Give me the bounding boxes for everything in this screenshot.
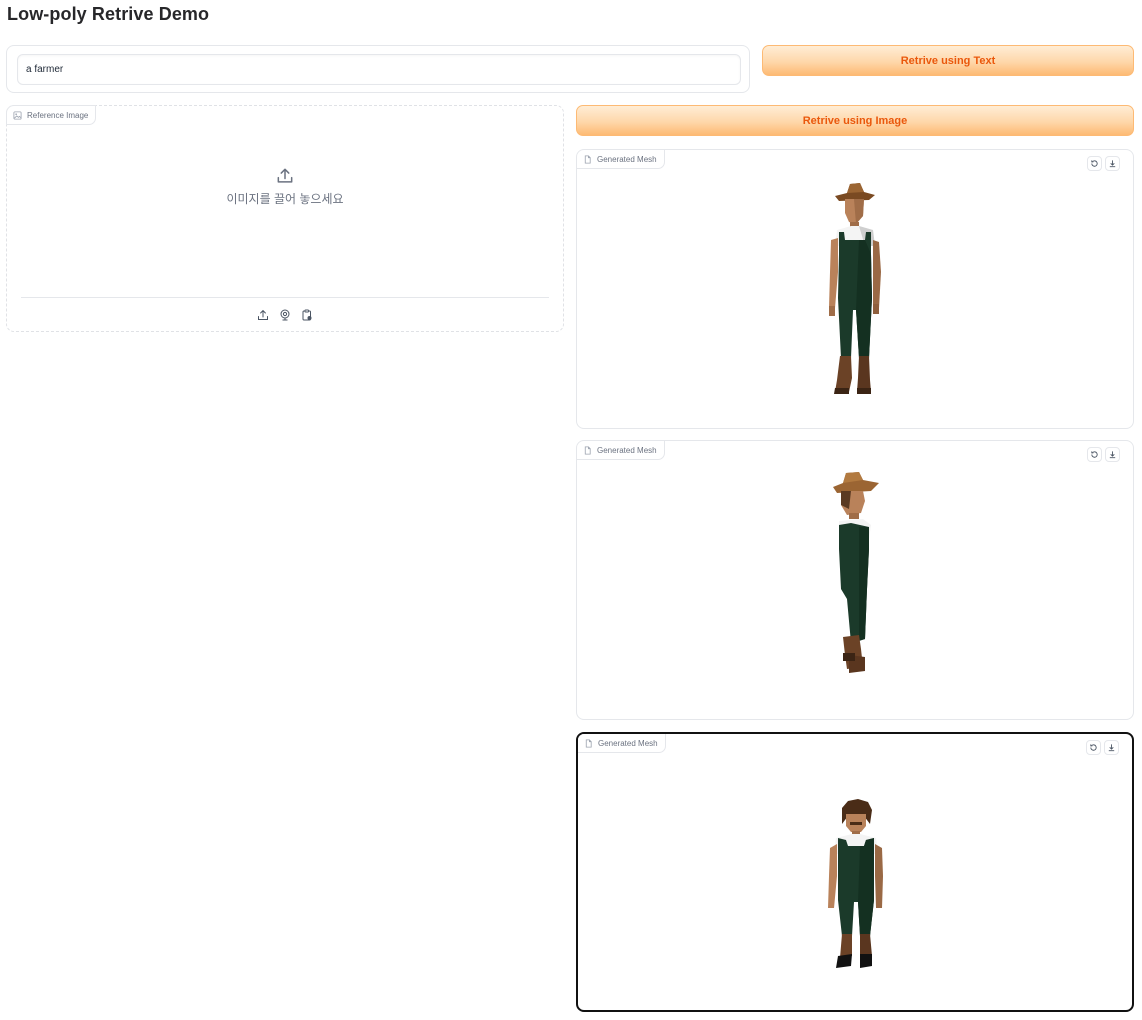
reset-view-button[interactable] (1087, 156, 1102, 171)
reference-image-label: Reference Image (27, 110, 89, 120)
farmer-mesh-side-hat (833, 472, 879, 673)
download-mesh-button[interactable] (1105, 447, 1120, 462)
generated-mesh-viewer-1[interactable]: Generated Mesh (576, 149, 1134, 429)
download-icon (1109, 160, 1116, 168)
generated-mesh-label-tab: Generated Mesh (577, 441, 665, 460)
page-title: Low-poly Retrive Demo (7, 4, 210, 24)
retrive-using-image-button[interactable]: Retrive using Image (576, 105, 1134, 136)
file-icon (584, 154, 591, 164)
mesh-toolbar (1086, 740, 1119, 755)
download-icon (1109, 451, 1116, 459)
generated-mesh-label: Generated Mesh (597, 154, 657, 164)
retrive-using-text-button[interactable]: Retrive using Text (762, 45, 1134, 76)
clipboard-icon (302, 309, 312, 320)
generated-mesh-label: Generated Mesh (597, 445, 657, 455)
file-icon (585, 738, 592, 748)
mesh-toolbar (1087, 447, 1120, 462)
source-webcam-button[interactable] (279, 309, 291, 321)
file-icon (584, 445, 591, 455)
reset-icon (1091, 160, 1098, 167)
upload-icon (277, 168, 293, 183)
generated-mesh-label-tab: Generated Mesh (577, 150, 665, 169)
reset-view-button[interactable] (1087, 447, 1102, 462)
drop-text: 이미지를 끌어 놓으세요 (226, 192, 344, 206)
image-source-bar (21, 297, 549, 331)
mesh-toolbar (1087, 156, 1120, 171)
reset-view-button[interactable] (1086, 740, 1101, 755)
upload-icon (258, 309, 268, 320)
text-query-panel (6, 45, 750, 93)
farmer-mesh-front-curly (828, 799, 883, 968)
generated-mesh-viewer-3[interactable]: Generated Mesh (576, 732, 1134, 1012)
reference-image-label-tab: Reference Image (6, 105, 97, 125)
image-drop-area[interactable]: 이미지를 끌어 놓으세요 (7, 166, 563, 207)
generated-mesh-label-tab: Generated Mesh (578, 734, 666, 753)
farmer-mesh-front-hat (829, 183, 881, 394)
reset-icon (1091, 451, 1098, 458)
source-clipboard-button[interactable] (301, 309, 313, 321)
image-icon (13, 110, 22, 120)
reset-icon (1090, 744, 1097, 751)
webcam-icon (280, 309, 290, 320)
download-mesh-button[interactable] (1105, 156, 1120, 171)
generated-mesh-label: Generated Mesh (598, 738, 658, 748)
generated-mesh-viewer-2[interactable]: Generated Mesh (576, 440, 1134, 720)
source-upload-button[interactable] (257, 309, 269, 321)
download-mesh-button[interactable] (1104, 740, 1119, 755)
text-query-input[interactable] (17, 54, 741, 85)
reference-image-panel[interactable]: Reference Image 이미지를 끌어 놓으세요 (6, 105, 564, 332)
download-icon (1108, 744, 1115, 752)
